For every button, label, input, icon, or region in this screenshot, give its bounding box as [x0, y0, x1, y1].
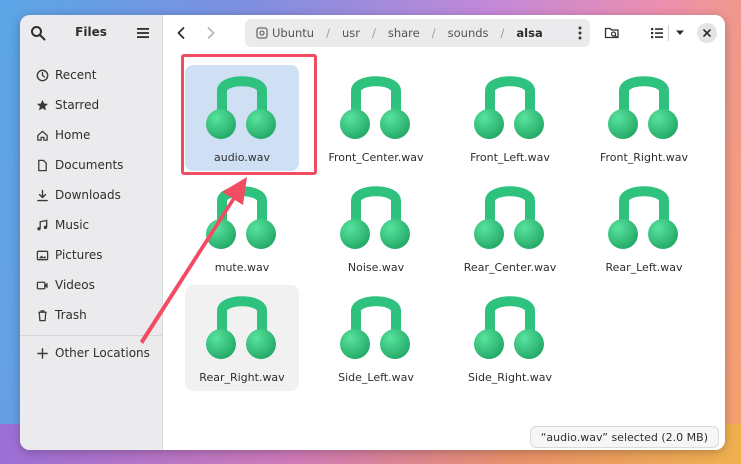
file-name: Rear_Center.wav: [463, 261, 557, 274]
close-button[interactable]: [697, 23, 717, 43]
file-manager-window: Files Recent Starred Home Documents Down…: [20, 15, 725, 450]
file-item-rear-left[interactable]: Rear_Left.wav: [587, 175, 701, 281]
sidebar-item-label: Downloads: [55, 188, 121, 202]
file-item-rear-center[interactable]: Rear_Center.wav: [453, 175, 567, 281]
file-item-side-right[interactable]: Side_Right.wav: [453, 285, 567, 391]
file-name: Front_Right.wav: [599, 151, 689, 164]
list-view-icon: [651, 28, 663, 39]
breadcrumb-share[interactable]: share: [388, 26, 420, 40]
sidebar-item-videos[interactable]: Videos: [20, 270, 162, 300]
trash-icon: [35, 308, 49, 322]
sidebar-item-label: Documents: [55, 158, 124, 172]
folder-search-icon: [604, 27, 619, 39]
music-file-icon: [608, 76, 678, 139]
sidebar-item-pictures[interactable]: Pictures: [20, 240, 162, 270]
music-file-icon: [206, 296, 276, 359]
highlight-box: [181, 54, 317, 175]
sidebar-item-label: Recent: [55, 68, 97, 82]
sidebar-item-home[interactable]: Home: [20, 120, 162, 150]
plus-icon: [35, 346, 49, 360]
sidebar-item-music[interactable]: Music: [20, 210, 162, 240]
sidebar-item-label: Starred: [55, 98, 100, 112]
file-name: Front_Center.wav: [328, 151, 424, 164]
file-item-side-left[interactable]: Side_Left.wav: [319, 285, 433, 391]
breadcrumb-usr[interactable]: usr: [342, 26, 360, 40]
kebab-menu-icon[interactable]: [578, 25, 582, 41]
file-name: Side_Left.wav: [338, 371, 414, 384]
music-file-icon: [340, 76, 410, 139]
path-bar[interactable]: Ubuntu / usr / share / sounds / alsa: [245, 19, 590, 47]
file-item-front-right[interactable]: Front_Right.wav: [587, 65, 701, 171]
hamburger-menu-icon[interactable]: [136, 26, 150, 40]
breadcrumb-separator: /: [371, 26, 376, 40]
file-name: mute.wav: [214, 261, 270, 274]
file-name: Front_Left.wav: [470, 151, 550, 164]
sidebar-item-trash[interactable]: Trash: [20, 300, 162, 330]
chevron-right-icon: [207, 27, 215, 39]
music-file-icon: [608, 186, 678, 249]
document-icon: [35, 158, 49, 172]
download-icon: [35, 188, 49, 202]
sidebar-item-downloads[interactable]: Downloads: [20, 180, 162, 210]
sidebar-item-other-locations[interactable]: Other Locations: [20, 338, 162, 368]
sidebar-header: Files: [20, 15, 162, 51]
file-name: Rear_Right.wav: [199, 371, 285, 384]
breadcrumb-separator: /: [500, 26, 505, 40]
sidebar-item-recent[interactable]: Recent: [20, 60, 162, 90]
chevron-down-icon: [676, 30, 684, 35]
header-bar: Ubuntu / usr / share / sounds / alsa: [163, 15, 725, 51]
sidebar-item-label: Trash: [55, 308, 87, 322]
toolbar-divider: [668, 25, 669, 41]
music-file-icon: [206, 186, 276, 249]
music-file-icon: [474, 296, 544, 359]
sidebar-places: Recent Starred Home Documents Downloads …: [20, 60, 162, 368]
sidebar-divider: [20, 335, 162, 336]
back-button[interactable]: [172, 24, 190, 42]
breadcrumb-ubuntu[interactable]: Ubuntu: [272, 26, 314, 40]
music-file-icon: [474, 186, 544, 249]
sidebar-item-label: Music: [55, 218, 90, 232]
file-name: Side_Right.wav: [468, 371, 552, 384]
sidebar-item-label: Home: [55, 128, 91, 142]
music-file-icon: [340, 296, 410, 359]
list-view-button[interactable]: [648, 24, 666, 42]
sidebar-item-starred[interactable]: Starred: [20, 90, 162, 120]
music-file-icon: [340, 186, 410, 249]
selection-status: “audio.wav” selected (2.0 MB): [529, 426, 719, 448]
music-icon: [35, 218, 49, 232]
forward-button[interactable]: [202, 24, 220, 42]
sidebar: Files Recent Starred Home Documents Down…: [20, 15, 163, 450]
chevron-left-icon: [177, 27, 185, 39]
home-icon: [35, 128, 49, 142]
sidebar-item-label: Other Locations: [55, 346, 150, 360]
breadcrumb-separator: /: [326, 26, 330, 40]
sidebar-item-label: Pictures: [55, 248, 103, 262]
file-item-front-left[interactable]: Front_Left.wav: [453, 65, 567, 171]
file-name: Rear_Left.wav: [605, 261, 683, 274]
breadcrumb-separator: /: [431, 26, 436, 40]
breadcrumb-sounds[interactable]: sounds: [448, 26, 489, 40]
drive-icon: [256, 27, 268, 39]
file-item-rear-right[interactable]: Rear_Right.wav: [185, 285, 299, 391]
video-icon: [35, 278, 49, 292]
view-options-button[interactable]: [671, 24, 689, 42]
star-icon: [35, 98, 49, 112]
music-file-icon: [474, 76, 544, 139]
sidebar-item-label: Videos: [55, 278, 95, 292]
sidebar-item-documents[interactable]: Documents: [20, 150, 162, 180]
breadcrumb-alsa[interactable]: alsa: [516, 26, 542, 40]
picture-icon: [35, 248, 49, 262]
file-item-mute[interactable]: mute.wav: [185, 175, 299, 281]
close-icon: [703, 29, 711, 37]
clock-icon: [35, 68, 49, 82]
file-item-front-center[interactable]: Front_Center.wav: [319, 65, 433, 171]
search-folder-button[interactable]: [603, 24, 621, 42]
file-item-noise[interactable]: Noise.wav: [319, 175, 433, 281]
file-name: Noise.wav: [347, 261, 405, 274]
